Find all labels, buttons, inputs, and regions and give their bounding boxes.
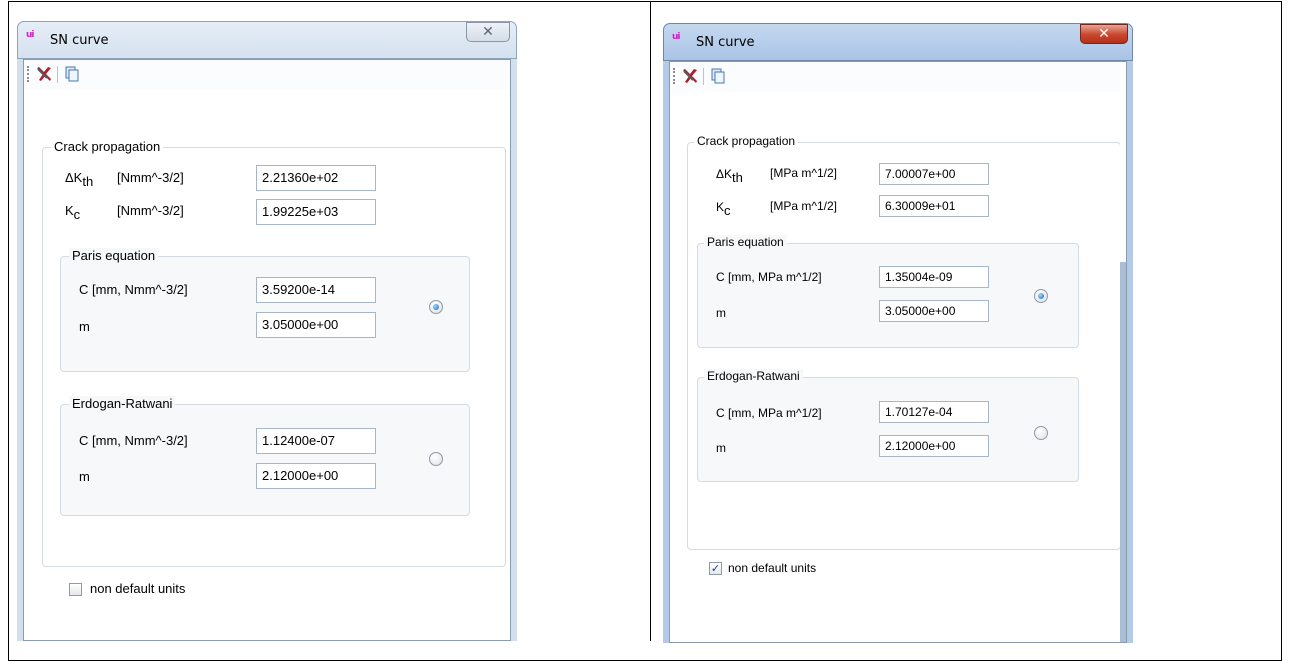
radio-selected-dot (433, 304, 439, 310)
paris-equation-group: Paris equation C [mm, MPa m^1/2] 1.35004… (697, 235, 1079, 348)
window-client: Crack propagation ΔKth [MPa m^1/2] 7.000… (669, 61, 1127, 643)
paris-m-field[interactable]: 3.05000e+00 (879, 300, 989, 322)
paris-c-field[interactable]: 3.59200e-14 (256, 277, 376, 303)
kc-field[interactable]: 6.30009e+01 (879, 195, 989, 217)
non-default-units-checkbox[interactable] (69, 583, 82, 596)
erdogan-m-label: m (716, 441, 726, 455)
erdogan-m-field[interactable]: 2.12000e+00 (879, 435, 989, 457)
erdogan-c-label: C [mm, Nmm^-3/2] (79, 433, 188, 448)
non-default-units-label: non default units (90, 581, 186, 596)
app-icon: ui (26, 30, 34, 40)
erdogan-ratwani-group: Erdogan-Ratwani C [mm, MPa m^1/2] 1.7012… (697, 369, 1079, 482)
paris-equation-radio[interactable] (429, 300, 443, 314)
radio-selected-dot (1038, 293, 1044, 299)
close-button[interactable]: ✕ (1080, 24, 1128, 44)
kc-label: Kc (65, 203, 81, 222)
erdogan-ratwani-radio[interactable] (1034, 426, 1048, 440)
scroll-edge (1120, 62, 1126, 642)
paris-c-label: C [mm, Nmm^-3/2] (79, 282, 188, 297)
paris-equation-radio[interactable] (1034, 289, 1048, 303)
toolbar (670, 62, 1126, 92)
tools-icon[interactable] (680, 67, 700, 87)
sn-curve-panel: Crack propagation ΔKth [MPa m^1/2] 7.000… (670, 93, 1126, 642)
delta-k-th-unit: [MPa m^1/2] (770, 166, 837, 180)
crack-propagation-group: Crack propagation ΔKth [Nmm^-3/2] 2.2136… (42, 139, 506, 567)
crack-propagation-legend: Crack propagation (51, 139, 164, 154)
toolbar-separator (57, 66, 58, 83)
toolbar-separator (703, 68, 704, 85)
paris-equation-legend: Paris equation (69, 248, 159, 263)
tools-icon[interactable] (34, 65, 54, 85)
kc-field[interactable]: 1.99225e+03 (256, 199, 376, 225)
window-body: Crack propagation ΔKth [Nmm^-3/2] 2.2136… (17, 59, 517, 641)
erdogan-c-field[interactable]: 1.70127e-04 (879, 401, 989, 423)
window-title: SN curve (50, 33, 109, 48)
delta-k-th-label: ΔKth (716, 167, 743, 185)
paris-m-label: m (79, 319, 90, 334)
erdogan-m-label: m (79, 469, 90, 484)
erdogan-ratwani-radio[interactable] (429, 452, 443, 466)
erdogan-ratwani-group: Erdogan-Ratwani C [mm, Nmm^-3/2] 1.12400… (60, 396, 470, 516)
toolbar (24, 60, 510, 90)
crack-propagation-group: Crack propagation ΔKth [MPa m^1/2] 7.000… (687, 134, 1121, 550)
copy-icon[interactable] (62, 65, 82, 85)
delta-k-th-field[interactable]: 7.00007e+00 (879, 163, 989, 185)
erdogan-c-label: C [mm, MPa m^1/2] (716, 406, 822, 420)
sn-curve-panel: Crack propagation ΔKth [Nmm^-3/2] 2.2136… (24, 91, 510, 640)
window-title: SN curve (696, 35, 755, 50)
erdogan-ratwani-legend: Erdogan-Ratwani (69, 396, 176, 411)
erdogan-c-field[interactable]: 1.12400e-07 (256, 428, 376, 454)
comparison-table-divider (650, 1, 651, 641)
kc-unit: [Nmm^-3/2] (117, 203, 184, 218)
erdogan-m-field[interactable]: 2.12000e+00 (256, 463, 376, 489)
delta-k-th-label: ΔKth (65, 170, 94, 189)
kc-unit: [MPa m^1/2] (770, 199, 837, 213)
close-button[interactable]: ✕ (466, 22, 510, 42)
window-body: Crack propagation ΔKth [MPa m^1/2] 7.000… (663, 61, 1133, 643)
erdogan-ratwani-legend: Erdogan-Ratwani (704, 369, 803, 383)
paris-c-field[interactable]: 1.35004e-09 (879, 266, 989, 288)
window-titlebar[interactable]: ui SN curve ✕ (17, 21, 517, 59)
crack-propagation-legend: Crack propagation (694, 134, 799, 148)
sn-curve-window-default-units: ui SN curve ✕ Crack propagation ΔKth [Nm… (17, 21, 517, 641)
check-mark-icon: ✓ (710, 562, 721, 575)
copy-icon[interactable] (708, 67, 728, 87)
paris-m-label: m (716, 306, 726, 320)
window-client: Crack propagation ΔKth [Nmm^-3/2] 2.2136… (23, 59, 511, 641)
non-default-units-checkbox[interactable]: ✓ (709, 562, 722, 575)
delta-k-th-unit: [Nmm^-3/2] (117, 170, 184, 185)
paris-c-label: C [mm, MPa m^1/2] (716, 270, 822, 284)
sn-curve-window-non-default-units: ui SN curve ✕ Crack propagation ΔKth [MP… (663, 23, 1133, 643)
delta-k-th-field[interactable]: 2.21360e+02 (256, 165, 376, 191)
paris-m-field[interactable]: 3.05000e+00 (256, 312, 376, 338)
paris-equation-group: Paris equation C [mm, Nmm^-3/2] 3.59200e… (60, 248, 470, 372)
app-icon: ui (672, 32, 680, 42)
non-default-units-label: non default units (728, 561, 817, 575)
toolbar-grip[interactable] (673, 68, 677, 84)
paris-equation-legend: Paris equation (704, 235, 787, 249)
window-titlebar[interactable]: ui SN curve ✕ (663, 23, 1133, 61)
toolbar-grip[interactable] (27, 66, 31, 82)
kc-label: Kc (716, 200, 731, 218)
